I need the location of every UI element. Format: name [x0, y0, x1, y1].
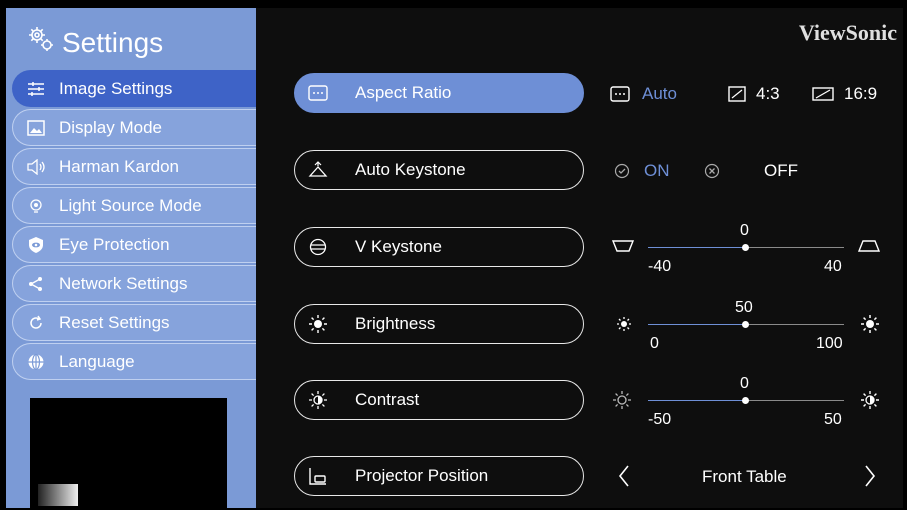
check-circle-icon — [614, 163, 630, 179]
aspect-auto-option[interactable]: Auto — [610, 84, 677, 104]
cross-circle-icon — [704, 163, 720, 179]
bulb-icon — [25, 195, 47, 217]
brightness-button[interactable]: Brightness — [294, 304, 584, 344]
v-keystone-max: 40 — [824, 258, 842, 275]
sliders-icon — [25, 78, 47, 100]
contrast-max: 50 — [824, 411, 842, 428]
projector-icon — [307, 467, 329, 485]
brand-logo: ViewSonic — [798, 20, 897, 45]
sidebar-item-label: Eye Protection — [59, 234, 170, 254]
aspect-4-3-option[interactable]: 4:3 — [728, 84, 780, 104]
contrast-label: Contrast — [355, 390, 420, 409]
page-title: Settings — [62, 26, 164, 58]
v-keystone-slider-knob[interactable] — [742, 244, 749, 251]
sidebar-item-label: Reset Settings — [59, 312, 170, 332]
brightness-down-icon[interactable] — [616, 316, 632, 332]
sidebar-item-image-settings[interactable]: Image Settings — [12, 70, 256, 107]
keystone-off-option[interactable]: OFF — [704, 161, 798, 181]
grayscale-bar — [38, 484, 78, 506]
sidebar-item-eye-protection[interactable]: Eye Protection — [12, 226, 256, 263]
sidebar: Settings Image Settings Display Mode Har… — [6, 8, 256, 508]
aspect-ratio-label: Aspect Ratio — [355, 83, 452, 102]
brightness-slider-fill — [648, 324, 746, 325]
v-keystone-label: V Keystone — [355, 237, 442, 256]
aspect-4-3-label: 4:3 — [756, 84, 780, 103]
share-icon — [25, 273, 47, 295]
sidebar-item-language[interactable]: Language — [12, 343, 256, 380]
sidebar-menu: Image Settings Display Mode Harman Kardo… — [12, 70, 256, 382]
gear-icon — [26, 24, 62, 61]
sidebar-item-harman-kardon[interactable]: Harman Kardon — [12, 148, 256, 185]
auto-keystone-label: Auto Keystone — [355, 160, 466, 179]
image-preview — [30, 398, 227, 508]
contrast-min: -50 — [648, 411, 672, 428]
aspect-4-3-icon — [728, 86, 746, 102]
v-keystone-icon — [307, 238, 329, 256]
brightness-label: Brightness — [355, 314, 436, 333]
brightness-max: 100 — [816, 335, 843, 352]
contrast-value: 0 — [740, 375, 749, 392]
brightness-value: 50 — [735, 299, 753, 316]
reset-icon — [25, 312, 47, 334]
contrast-slider-fill — [648, 400, 746, 401]
sidebar-item-reset-settings[interactable]: Reset Settings — [12, 304, 256, 341]
contrast-down-icon[interactable] — [612, 390, 632, 410]
contrast-icon — [307, 390, 329, 410]
projector-position-button[interactable]: Projector Position — [294, 456, 584, 496]
contrast-slider-knob[interactable] — [742, 397, 749, 404]
aspect-16-9-label: 16:9 — [844, 84, 878, 103]
aspect-auto-icon — [610, 86, 630, 102]
chevron-right-icon[interactable] — [864, 464, 876, 488]
aspect-auto-label: Auto — [642, 84, 677, 103]
sidebar-item-label: Language — [59, 351, 135, 371]
keystone-on-option[interactable]: ON — [614, 161, 670, 181]
sidebar-item-label: Image Settings — [59, 78, 173, 98]
sidebar-item-label: Light Source Mode — [59, 195, 202, 215]
keystone-down-icon[interactable] — [612, 240, 634, 252]
aspect-16-9-option[interactable]: 16:9 — [812, 84, 877, 104]
settings-screen: Settings Image Settings Display Mode Har… — [6, 8, 903, 508]
sidebar-item-label: Harman Kardon — [59, 156, 180, 176]
picture-icon — [25, 117, 47, 139]
aspect-ratio-button[interactable]: Aspect Ratio — [294, 73, 584, 113]
sidebar-item-label: Display Mode — [59, 117, 162, 137]
contrast-button[interactable]: Contrast — [294, 380, 584, 420]
eye-shield-icon — [25, 234, 47, 256]
keystone-icon — [307, 161, 329, 179]
sun-icon — [307, 314, 329, 334]
v-keystone-min: -40 — [648, 258, 672, 275]
chevron-left-icon[interactable] — [618, 464, 630, 488]
v-keystone-button[interactable]: V Keystone — [294, 227, 584, 267]
contrast-up-icon[interactable] — [860, 390, 880, 410]
keystone-up-icon[interactable] — [858, 240, 880, 252]
sidebar-item-label: Network Settings — [59, 273, 188, 293]
projector-position-label: Projector Position — [355, 466, 489, 485]
globe-icon — [25, 351, 47, 373]
sidebar-item-display-mode[interactable]: Display Mode — [12, 109, 256, 146]
keystone-on-label: ON — [644, 161, 670, 180]
v-keystone-value: 0 — [740, 222, 749, 239]
sidebar-item-light-source-mode[interactable]: Light Source Mode — [12, 187, 256, 224]
projector-position-value: Front Table — [702, 467, 787, 486]
v-keystone-slider-fill — [648, 247, 746, 248]
brightness-slider-knob[interactable] — [742, 321, 749, 328]
auto-keystone-button[interactable]: Auto Keystone — [294, 150, 584, 190]
brightness-up-icon[interactable] — [860, 314, 880, 334]
keystone-off-label: OFF — [764, 161, 798, 180]
aspect-16-9-icon — [812, 87, 834, 101]
aspect-ratio-icon — [307, 85, 329, 101]
brightness-min: 0 — [650, 335, 659, 352]
sidebar-item-network-settings[interactable]: Network Settings — [12, 265, 256, 302]
speaker-icon — [25, 156, 47, 178]
sidebar-header: Settings — [26, 24, 163, 61]
